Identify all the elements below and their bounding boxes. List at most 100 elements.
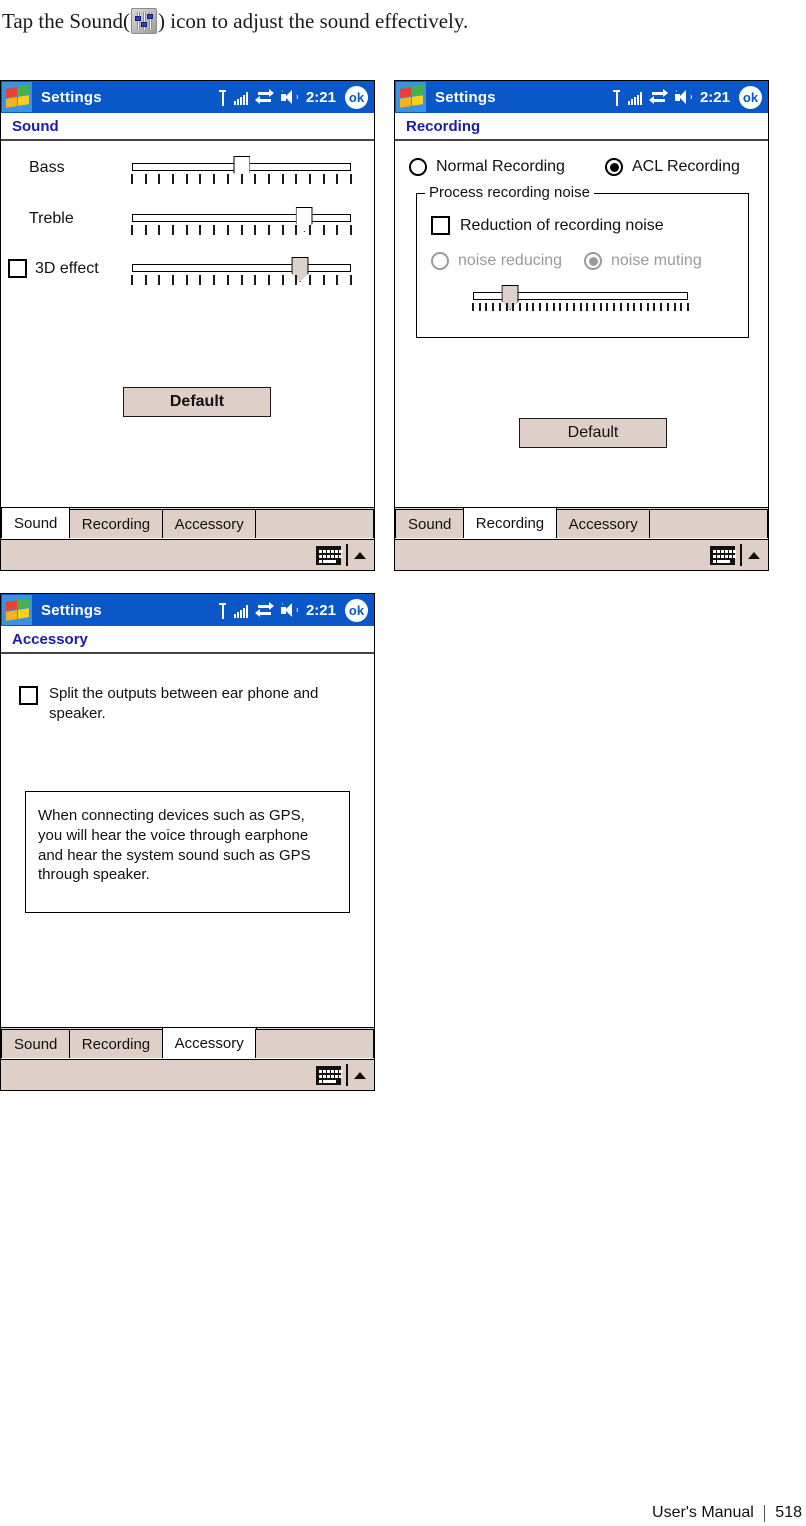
tab-accessory[interactable]: Accessory bbox=[161, 1027, 257, 1058]
checkbox-label-split-outputs: Split the outputs between ear phone and … bbox=[49, 685, 319, 722]
screenshot-sound-panel: Settings 2:21 ok Sound Bass Treble 3D ef… bbox=[0, 80, 375, 571]
slider-ticks-treble bbox=[131, 225, 352, 236]
titlebar: Settings 2:21 ok bbox=[1, 81, 374, 113]
slider-track[interactable] bbox=[132, 156, 351, 181]
intro-sentence: Tap the Sound( ) icon to adjust the soun… bbox=[2, 8, 468, 34]
info-line: through speaker. bbox=[38, 866, 150, 884]
accessory-info-box: When connecting devices such as GPS, you… bbox=[25, 791, 350, 913]
sound-mixer-icon bbox=[131, 8, 158, 34]
radio-label-noise-muting: noise muting bbox=[611, 252, 702, 269]
slider-track[interactable] bbox=[132, 207, 351, 232]
tab-recording[interactable]: Recording bbox=[68, 1029, 164, 1058]
tab-sound[interactable]: Sound bbox=[1, 1029, 71, 1058]
sip-divider bbox=[740, 544, 742, 566]
signal-strength-icon bbox=[218, 603, 226, 619]
intro-text-after: ) icon to adjust the sound effectively. bbox=[158, 8, 469, 33]
slider-label-bass: Bass bbox=[29, 159, 65, 176]
titlebar-app-title: Settings bbox=[435, 88, 496, 106]
page-footer: User's Manual 518 bbox=[652, 1504, 802, 1522]
sip-chevron-up-icon[interactable] bbox=[748, 551, 760, 559]
titlebar-clock[interactable]: 2:21 bbox=[700, 89, 730, 106]
slider-track[interactable] bbox=[473, 285, 688, 310]
footer-manual-label: User's Manual bbox=[652, 1504, 754, 1521]
slider-noise-level[interactable] bbox=[472, 285, 689, 311]
radio-label-normal-recording: Normal Recording bbox=[436, 158, 565, 175]
windows-start-icon[interactable] bbox=[2, 82, 32, 112]
titlebar-clock[interactable]: 2:21 bbox=[306, 602, 336, 619]
tab-sound[interactable]: Sound bbox=[395, 509, 465, 538]
slider-ticks-3d-effect bbox=[131, 275, 352, 286]
titlebar: Settings 2:21 ok bbox=[395, 81, 768, 113]
tabbar: Sound Recording Accessory bbox=[1, 507, 374, 538]
sip-bar bbox=[1, 1059, 374, 1090]
page-title: Sound bbox=[1, 113, 374, 141]
intro-text-before: Tap the Sound( bbox=[2, 8, 131, 33]
radio-normal-recording[interactable] bbox=[409, 158, 427, 176]
tab-recording[interactable]: Recording bbox=[462, 507, 558, 538]
volume-icon[interactable] bbox=[674, 89, 693, 105]
page-title: Recording bbox=[395, 113, 768, 141]
sip-chevron-up-icon[interactable] bbox=[354, 551, 366, 559]
default-button[interactable]: Default bbox=[519, 418, 667, 448]
checkbox-label-reduction: Reduction of recording noise bbox=[460, 216, 664, 234]
titlebar-clock[interactable]: 2:21 bbox=[306, 89, 336, 106]
sip-bar bbox=[395, 539, 768, 570]
radio-noise-muting[interactable] bbox=[584, 252, 602, 270]
screenshot-recording-panel: Settings 2:21 ok Recording Normal Record… bbox=[394, 80, 769, 571]
radio-noise-reducing[interactable] bbox=[431, 252, 449, 270]
tab-accessory[interactable]: Accessory bbox=[555, 509, 651, 538]
signal-bars-icon bbox=[233, 603, 248, 618]
connectivity-icon[interactable] bbox=[648, 89, 668, 105]
slider-ticks-bass bbox=[131, 174, 352, 185]
slider-3d-effect[interactable] bbox=[131, 257, 352, 286]
sip-chevron-up-icon[interactable] bbox=[354, 1071, 366, 1079]
tabbar-filler bbox=[255, 509, 374, 538]
tabbar-filler bbox=[649, 509, 768, 538]
info-line: you will hear the voice through earphone bbox=[38, 826, 309, 844]
signal-strength-icon bbox=[612, 90, 620, 106]
page-title: Accessory bbox=[1, 626, 374, 654]
default-button[interactable]: Default bbox=[123, 387, 271, 417]
footer-page-number: 518 bbox=[775, 1504, 802, 1521]
slider-label-treble: Treble bbox=[29, 210, 74, 227]
slider-ticks-noise bbox=[472, 303, 689, 311]
soft-keyboard-icon[interactable] bbox=[316, 545, 343, 565]
radio-acl-recording[interactable] bbox=[605, 158, 623, 176]
ok-button[interactable]: ok bbox=[345, 598, 368, 622]
info-line: and hear the system sound such as GPS bbox=[38, 846, 311, 864]
sip-divider bbox=[346, 1064, 348, 1086]
titlebar: Settings 2:21 ok bbox=[1, 594, 374, 626]
slider-treble[interactable] bbox=[131, 207, 352, 236]
slider-track[interactable] bbox=[132, 257, 351, 282]
windows-start-icon[interactable] bbox=[396, 82, 426, 112]
checkbox-split-outputs[interactable] bbox=[19, 686, 38, 705]
footer-divider bbox=[763, 1504, 766, 1522]
signal-strength-icon bbox=[218, 90, 226, 106]
tabbar: Sound Recording Accessory bbox=[1, 1027, 374, 1058]
ok-button[interactable]: ok bbox=[739, 85, 762, 109]
tab-sound[interactable]: Sound bbox=[1, 507, 71, 538]
soft-keyboard-icon[interactable] bbox=[316, 1065, 343, 1085]
signal-bars-icon bbox=[233, 90, 248, 105]
slider-bass[interactable] bbox=[131, 156, 352, 185]
volume-icon[interactable] bbox=[280, 89, 299, 105]
checkbox-reduction-of-recording-noise[interactable] bbox=[431, 216, 450, 235]
soft-keyboard-icon[interactable] bbox=[710, 545, 737, 565]
info-line: When connecting devices such as GPS, bbox=[38, 807, 305, 824]
signal-bars-icon bbox=[627, 90, 642, 105]
slider-label-3d-effect: 3D effect bbox=[35, 259, 99, 277]
checkbox-3d-effect[interactable] bbox=[8, 259, 27, 278]
radio-label-acl-recording: ACL Recording bbox=[632, 158, 740, 175]
group-title: Process recording noise bbox=[425, 184, 594, 201]
screenshot-accessory-panel: Settings 2:21 ok Accessory Split the out… bbox=[0, 593, 375, 1091]
volume-icon[interactable] bbox=[280, 602, 299, 618]
sip-bar bbox=[1, 539, 374, 570]
tab-recording[interactable]: Recording bbox=[68, 509, 164, 538]
connectivity-icon[interactable] bbox=[254, 89, 274, 105]
connectivity-icon[interactable] bbox=[254, 602, 274, 618]
ok-button[interactable]: ok bbox=[345, 85, 368, 109]
sip-divider bbox=[346, 544, 348, 566]
tab-accessory[interactable]: Accessory bbox=[161, 509, 257, 538]
titlebar-app-title: Settings bbox=[41, 88, 102, 106]
windows-start-icon[interactable] bbox=[2, 595, 32, 625]
